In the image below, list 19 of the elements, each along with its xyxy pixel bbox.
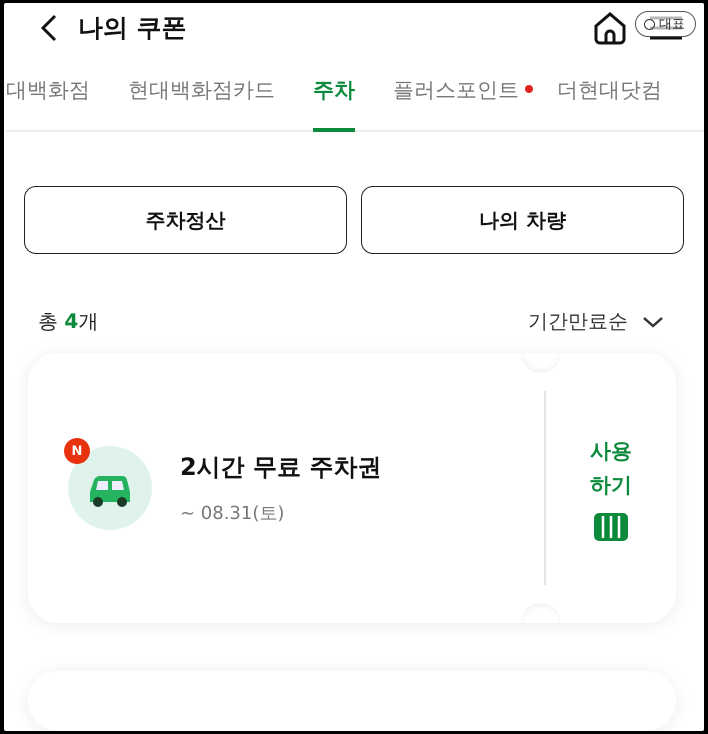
back-icon[interactable]: [40, 12, 58, 43]
home-icon[interactable]: [592, 10, 628, 46]
tab[interactable]: 대백화점: [6, 52, 90, 132]
coupon-title: 2시간 무료 주차권: [180, 452, 382, 483]
action-button[interactable]: 나의 차량: [361, 186, 684, 254]
new-badge: N: [64, 438, 90, 464]
chevron-down-icon: [642, 316, 664, 328]
coupon-period: ~ 08.31(토): [180, 502, 286, 525]
barcode-icon: [594, 512, 628, 541]
representative-tooltip[interactable]: 대표: [635, 11, 696, 37]
total-count: 총 4개: [38, 308, 98, 336]
tab[interactable]: 더현대닷컴: [557, 52, 662, 132]
tab[interactable]: 주차: [313, 52, 355, 132]
page-title: 나의 쿠폰: [78, 12, 188, 44]
tab[interactable]: 플러스포인트: [393, 52, 519, 132]
car-icon: [68, 446, 152, 530]
tab[interactable]: 현대백화점카드: [128, 52, 275, 132]
action-button[interactable]: 주차정산: [24, 186, 347, 254]
sort-dropdown[interactable]: 기간만료순: [528, 308, 664, 336]
